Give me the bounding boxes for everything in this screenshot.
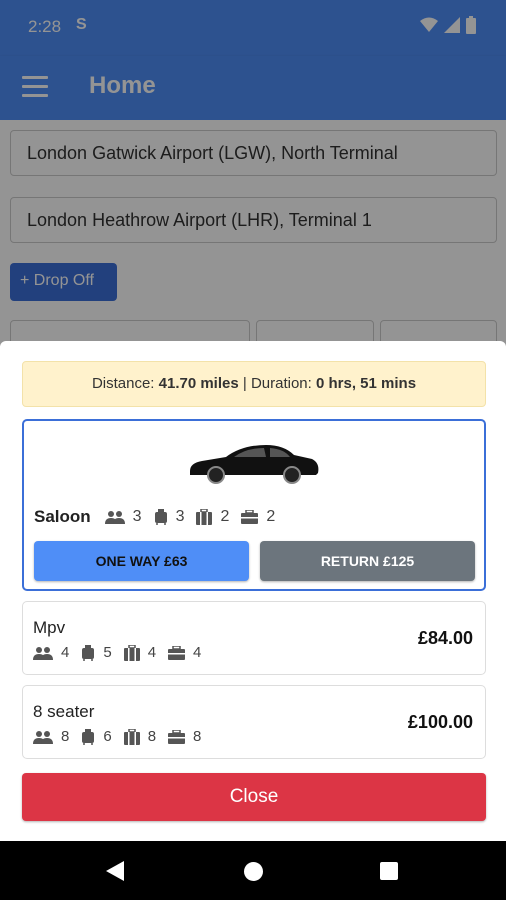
suitcase-icon bbox=[123, 728, 140, 745]
distance-value: 41.70 miles bbox=[158, 375, 239, 392]
recent-apps-icon[interactable] bbox=[380, 862, 398, 880]
one-way-button[interactable]: ONE WAY £63 bbox=[34, 541, 249, 581]
briefcase-icon bbox=[168, 729, 186, 744]
briefcase-count: 2 bbox=[266, 508, 276, 525]
hand-luggage-icon bbox=[82, 728, 95, 745]
home-icon[interactable] bbox=[244, 862, 263, 881]
passenger-count: 3 bbox=[132, 508, 142, 525]
briefcase-icon bbox=[168, 645, 186, 660]
briefcase-count: 8 bbox=[193, 728, 202, 745]
vehicle-price: £100.00 bbox=[407, 712, 473, 732]
suitcase-count: 2 bbox=[220, 508, 230, 525]
return-button[interactable]: RETURN £125 bbox=[260, 541, 475, 581]
system-nav-bar bbox=[0, 841, 506, 900]
vehicle-name: 8 seater bbox=[33, 702, 95, 721]
vehicle-selection-sheet: Distance: 41.70 miles | Duration: 0 hrs,… bbox=[0, 341, 506, 841]
vehicle-price: £84.00 bbox=[417, 628, 473, 648]
vehicle-specs: 4 5 4 4 bbox=[33, 644, 213, 661]
distance-label: Distance: bbox=[91, 375, 155, 392]
suitcase-icon bbox=[123, 644, 140, 661]
hand-luggage-count: 3 bbox=[175, 508, 185, 525]
hand-luggage-icon bbox=[154, 509, 167, 525]
suitcase-count: 8 bbox=[147, 728, 157, 745]
hand-luggage-count: 5 bbox=[103, 644, 112, 661]
duration-value: 0 hrs, 51 mins bbox=[316, 375, 417, 392]
briefcase-count: 4 bbox=[193, 644, 202, 661]
vehicle-name: Mpv bbox=[33, 618, 66, 637]
passenger-count: 8 bbox=[61, 728, 70, 745]
passengers-icon bbox=[104, 511, 125, 524]
trip-info-banner: Distance: 41.70 miles | Duration: 0 hrs,… bbox=[22, 361, 486, 407]
car-icon bbox=[190, 445, 319, 484]
separator: | bbox=[242, 375, 247, 392]
vehicle-card[interactable]: 8 seater 8 6 8 8 £100.00 bbox=[22, 685, 486, 759]
vehicle-name: Saloon bbox=[34, 507, 91, 526]
vehicle-specs-row: Saloon 3 3 2 2 bbox=[34, 507, 287, 527]
suitcase-count: 4 bbox=[147, 644, 157, 661]
hand-luggage-count: 6 bbox=[103, 728, 112, 745]
hand-luggage-icon bbox=[82, 644, 95, 661]
vehicle-card-selected[interactable]: Saloon 3 3 2 2 ONE WAY £63 RETURN £125 bbox=[22, 419, 486, 591]
duration-label: Duration: bbox=[250, 375, 312, 392]
back-icon[interactable] bbox=[106, 861, 124, 881]
passengers-icon bbox=[33, 646, 53, 660]
briefcase-icon bbox=[241, 510, 259, 524]
suitcase-icon bbox=[196, 509, 213, 525]
vehicle-specs: 8 6 8 8 bbox=[33, 728, 213, 745]
close-button[interactable]: Close bbox=[22, 773, 486, 821]
passengers-icon bbox=[33, 730, 53, 744]
passenger-count: 4 bbox=[61, 644, 70, 661]
vehicle-card[interactable]: Mpv 4 5 4 4 £84.00 bbox=[22, 601, 486, 675]
